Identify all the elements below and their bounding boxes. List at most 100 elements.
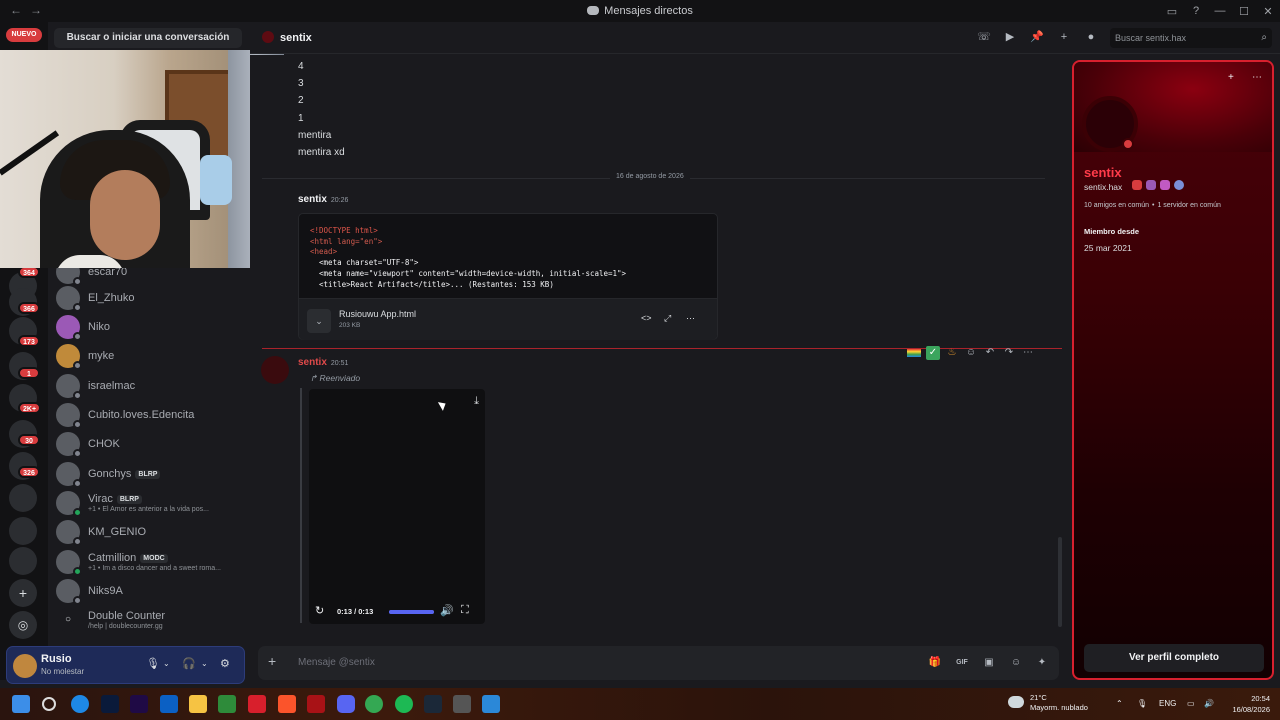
dm-item[interactable]: Cubito.loves.Edencita <box>56 401 246 429</box>
gif-icon[interactable]: GIF <box>955 656 969 670</box>
badge-icon[interactable] <box>1174 180 1184 190</box>
dm-item[interactable]: El_Zhuko <box>56 284 246 312</box>
app-icon[interactable] <box>307 695 325 713</box>
maximize-button[interactable]: ☐ <box>1232 5 1256 18</box>
scrollbar[interactable] <box>1058 537 1062 627</box>
dm-item[interactable]: myke <box>56 342 246 370</box>
badge-icon[interactable] <box>1160 180 1170 190</box>
apps-icon[interactable]: ✦ <box>1035 656 1049 670</box>
video-player[interactable]: ⤓ ↻ 0:13 / 0:13 🔊 ⛶ <box>309 389 485 624</box>
fire-emoji-icon[interactable]: ♨ <box>945 346 959 360</box>
discover-icon[interactable]: ◎ <box>9 611 37 639</box>
add-friend-icon[interactable]: + <box>1228 72 1234 83</box>
add-friend-icon[interactable]: + <box>1057 30 1071 44</box>
video-progress-bar[interactable] <box>389 610 434 614</box>
dm-item[interactable]: Gonchys BLRP <box>56 460 246 488</box>
dm-item[interactable]: ○ Double Counter/help | doublecounter.gg <box>56 606 246 634</box>
discord-icon[interactable] <box>337 695 355 713</box>
spotify-icon[interactable] <box>395 695 413 713</box>
channel-name[interactable]: sentix <box>280 32 312 44</box>
expand-chevron-icon[interactable]: ⌄ <box>307 309 331 333</box>
store-icon[interactable] <box>160 695 178 713</box>
edge-icon[interactable] <box>71 695 89 713</box>
check-emoji-icon[interactable]: ✓ <box>926 346 940 360</box>
chrome-icon[interactable] <box>365 695 383 713</box>
mic-tray-icon[interactable]: 🎙 <box>1137 699 1147 708</box>
mutual-info[interactable]: 10 amigos en común • 1 servidor en común <box>1084 202 1221 209</box>
dm-item[interactable]: Catmillion MODC +1 • Im a disco dancer and… <box>56 548 246 576</box>
message-author[interactable]: sentix 20:26 <box>298 194 348 205</box>
pride-flag-emoji-icon[interactable] <box>907 349 921 357</box>
weather-cloud-icon[interactable] <box>1008 696 1024 708</box>
photoshop-icon[interactable] <box>101 695 119 713</box>
server-icon[interactable] <box>9 547 37 575</box>
minimize-button[interactable]: — <box>1208 5 1232 17</box>
windows-start-icon[interactable] <box>12 695 30 713</box>
dm-item[interactable]: CHOK <box>56 430 246 458</box>
expand-icon[interactable]: ⤢ <box>664 313 671 324</box>
author-avatar[interactable] <box>261 356 289 384</box>
language-indicator[interactable]: ENG <box>1159 699 1176 708</box>
close-button[interactable]: ✕ <box>1256 5 1280 18</box>
message-input[interactable]: Mensaje @sentix <box>298 657 375 668</box>
user-profile-icon[interactable]: ● <box>1084 30 1098 44</box>
download-icon[interactable]: ⤓ <box>474 395 479 408</box>
pin-icon[interactable]: 📌 <box>1030 30 1044 44</box>
sticker-icon[interactable]: ▣ <box>982 656 996 670</box>
volume-icon[interactable]: 🔊 <box>440 604 454 617</box>
more-options-icon[interactable]: ⋯ <box>1252 72 1262 83</box>
gift-icon[interactable]: 🎁 <box>928 656 942 670</box>
app-icon[interactable] <box>248 695 266 713</box>
steam-icon[interactable] <box>424 695 442 713</box>
weather-widget[interactable]: 21°C Mayorm. nublado <box>1030 693 1088 713</box>
badge-icon[interactable] <box>1146 180 1156 190</box>
brave-icon[interactable] <box>278 695 296 713</box>
server-icon[interactable] <box>9 517 37 545</box>
dm-item[interactable]: israelmac <box>56 372 246 400</box>
app-icon[interactable] <box>482 695 500 713</box>
emoji-icon[interactable]: ☺ <box>1009 656 1023 670</box>
replay-icon[interactable]: ↻ <box>315 604 324 617</box>
network-icon[interactable]: ▭ <box>1187 699 1195 708</box>
server-icon[interactable] <box>9 484 37 512</box>
file-name[interactable]: Rusiouwu App.html <box>339 309 416 319</box>
more-options-icon[interactable]: ⋯ <box>1021 346 1035 360</box>
forward-icon[interactable]: ↷ <box>1002 346 1016 360</box>
dm-item[interactable]: Virac BLRP +1 • El Amor es anterior a la v… <box>56 489 246 517</box>
premiere-icon[interactable] <box>130 695 148 713</box>
search-input[interactable]: Buscar sentix.hax ⌕ <box>1110 28 1272 48</box>
fullscreen-icon[interactable]: ⛶ <box>461 604 469 617</box>
dm-item[interactable]: Niks9A <box>56 577 246 605</box>
search-conversation-button[interactable]: Buscar o iniciar una conversación <box>54 28 242 48</box>
add-reaction-icon[interactable]: ☺ <box>964 346 978 360</box>
help-icon[interactable]: ? <box>1184 5 1208 17</box>
minecraft-icon[interactable] <box>218 695 236 713</box>
clock-date: 16/08/2026 <box>1232 705 1270 714</box>
chevron-down-icon[interactable]: ⌄ <box>201 659 208 668</box>
file-explorer-icon[interactable] <box>189 695 207 713</box>
more-options-icon[interactable]: ⋯ <box>686 313 695 324</box>
microphone-icon[interactable]: 🎙 <box>146 657 160 670</box>
inbox-icon[interactable]: ▭ <box>1160 5 1184 18</box>
badge-icon[interactable] <box>1132 180 1142 190</box>
voice-call-icon[interactable]: ☏ <box>977 30 991 44</box>
headphones-icon[interactable]: 🎧 <box>182 657 196 670</box>
view-code-icon[interactable]: <> <box>641 313 652 323</box>
settings-gear-icon[interactable]: ⚙ <box>220 657 230 670</box>
reply-icon[interactable]: ↶ <box>983 346 997 360</box>
dm-item[interactable]: KM_GENIO <box>56 518 246 546</box>
taskbar-clock[interactable]: 20:54 16/08/2026 <box>1226 693 1270 715</box>
video-call-icon[interactable]: ▶ <box>1003 30 1017 44</box>
tray-chevron-icon[interactable]: ⌃ <box>1116 699 1123 708</box>
message-author[interactable]: sentix 20:51 <box>298 357 348 368</box>
volume-tray-icon[interactable]: 🔊 <box>1204 699 1214 708</box>
add-server-icon[interactable]: + <box>9 579 37 607</box>
user-avatar[interactable] <box>13 654 37 678</box>
add-attachment-icon[interactable]: + <box>268 653 276 669</box>
chevron-down-icon[interactable]: ⌄ <box>163 659 170 668</box>
dm-item[interactable]: Niko <box>56 313 246 341</box>
user-name[interactable]: Rusio <box>41 653 72 665</box>
search-icon[interactable] <box>42 697 56 711</box>
view-full-profile-button[interactable]: Ver perfil completo <box>1084 644 1264 672</box>
obs-icon[interactable] <box>453 695 471 713</box>
